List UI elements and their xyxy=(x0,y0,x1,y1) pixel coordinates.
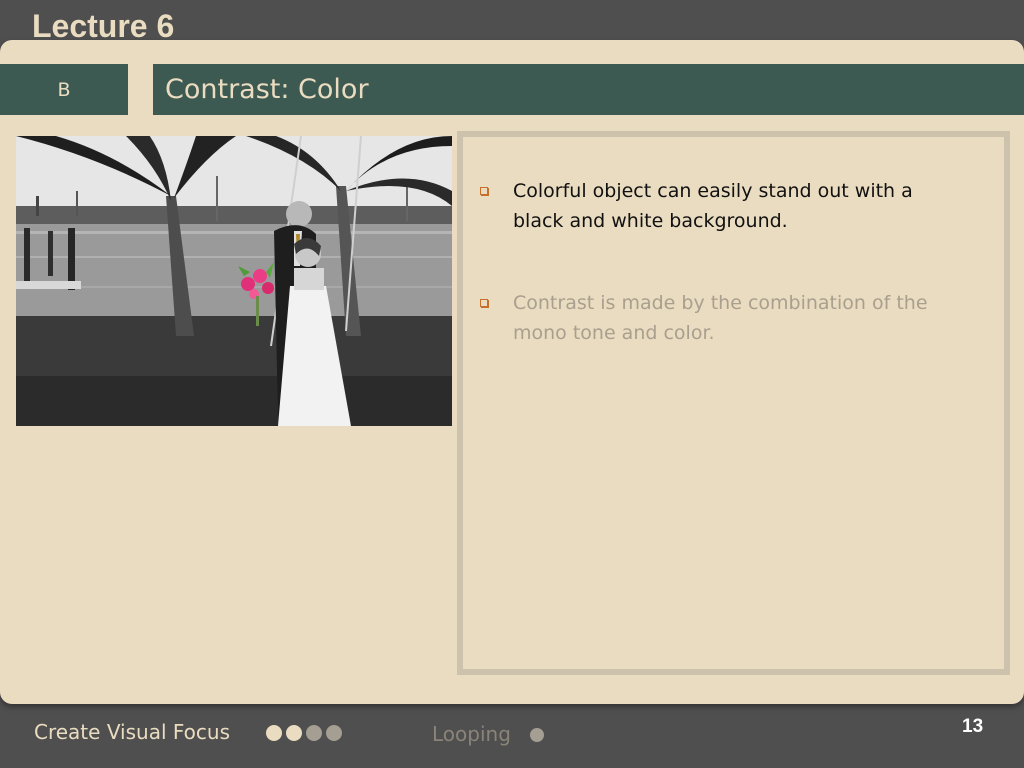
wedding-photo xyxy=(16,136,452,426)
bullet-item: Colorful object can easily stand out wit… xyxy=(479,176,929,236)
selective-color-image xyxy=(16,136,452,426)
page-number: 13 xyxy=(962,716,984,737)
bullet-panel: Colorful object can easily stand out wit… xyxy=(457,131,1010,675)
section-label: B xyxy=(0,64,128,115)
title-bar: Contrast: Color xyxy=(153,64,1024,115)
bullet-text: Colorful object can easily stand out wit… xyxy=(513,180,913,232)
progress-dot-filled xyxy=(266,725,282,741)
progress-dot-empty xyxy=(306,725,322,741)
progress-dots-icon xyxy=(266,725,342,741)
slide-title: Contrast: Color xyxy=(165,74,369,105)
footer-next-topic[interactable]: Looping xyxy=(432,722,511,746)
progress-dot-filled xyxy=(286,725,302,741)
bullet-item: Contrast is made by the combination of t… xyxy=(479,288,929,348)
square-bullet-icon xyxy=(479,186,491,196)
footer-topic[interactable]: Create Visual Focus xyxy=(34,720,230,744)
square-bullet-icon xyxy=(479,298,491,308)
bullet-text: Contrast is made by the combination of t… xyxy=(513,292,928,344)
progress-dot-empty xyxy=(326,725,342,741)
progress-dot-empty xyxy=(530,728,544,742)
